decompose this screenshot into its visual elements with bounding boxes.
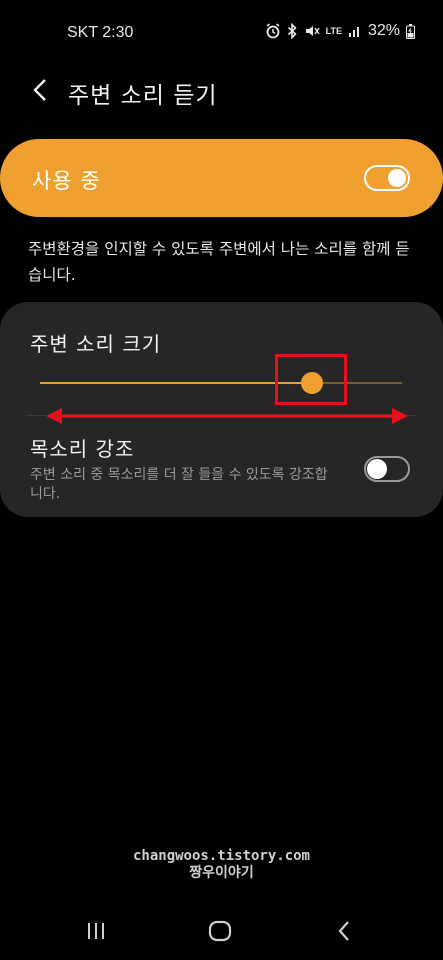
back-icon [337, 920, 351, 946]
voice-focus-switch[interactable] [364, 456, 410, 482]
bluetooth-icon [287, 23, 298, 39]
home-icon [208, 920, 232, 946]
voice-focus-label: 목소리 강조 [30, 437, 135, 461]
nav-back-button[interactable] [324, 915, 364, 951]
signal-icon [348, 24, 362, 38]
watermark-name: 짱우이야기 [189, 865, 254, 881]
ambient-volume-slider[interactable] [40, 372, 402, 394]
double-arrow-annotation [46, 408, 408, 424]
status-icons: LTE 32% [265, 22, 415, 40]
switch-knob [367, 459, 387, 479]
status-bar: SKT 2:30 LTE 32% [0, 0, 443, 66]
back-button[interactable] [22, 74, 58, 110]
watermark: changwoos.tistory.com 짱우이야기 [0, 848, 443, 882]
mute-icon [304, 23, 320, 39]
watermark-url: changwoos.tistory.com [132, 848, 310, 864]
lte-icon: LTE [325, 25, 342, 36]
switch-knob [388, 169, 406, 187]
page-title: 주변 소리 듣기 [68, 83, 218, 109]
feature-description: 주변환경을 인지할 수 있도록 주변에서 나는 소리를 함께 듣습니다. [28, 240, 410, 284]
main-toggle-switch[interactable] [364, 165, 410, 191]
main-toggle-label: 사용 중 [32, 169, 101, 193]
home-button[interactable] [200, 915, 240, 951]
battery-text: 32% [367, 22, 400, 39]
voice-focus-description: 주변 소리 중 목소리를 더 잘 들을 수 있도록 강조합니다. [30, 467, 328, 502]
battery-icon [406, 23, 415, 39]
highlight-box-annotation [275, 354, 347, 405]
app-header: 주변 소리 듣기 [0, 66, 443, 118]
alarm-icon [265, 23, 281, 39]
recent-apps-icon [85, 921, 107, 945]
ambient-volume-label: 주변 소리 크기 [30, 332, 162, 356]
slider-fill [40, 382, 312, 384]
recent-apps-button[interactable] [76, 915, 116, 951]
chevron-left-icon [32, 78, 48, 106]
carrier-time: SKT 2:30 [67, 24, 134, 41]
main-toggle-card[interactable]: 사용 중 [0, 139, 443, 217]
navigation-bar [0, 905, 443, 960]
